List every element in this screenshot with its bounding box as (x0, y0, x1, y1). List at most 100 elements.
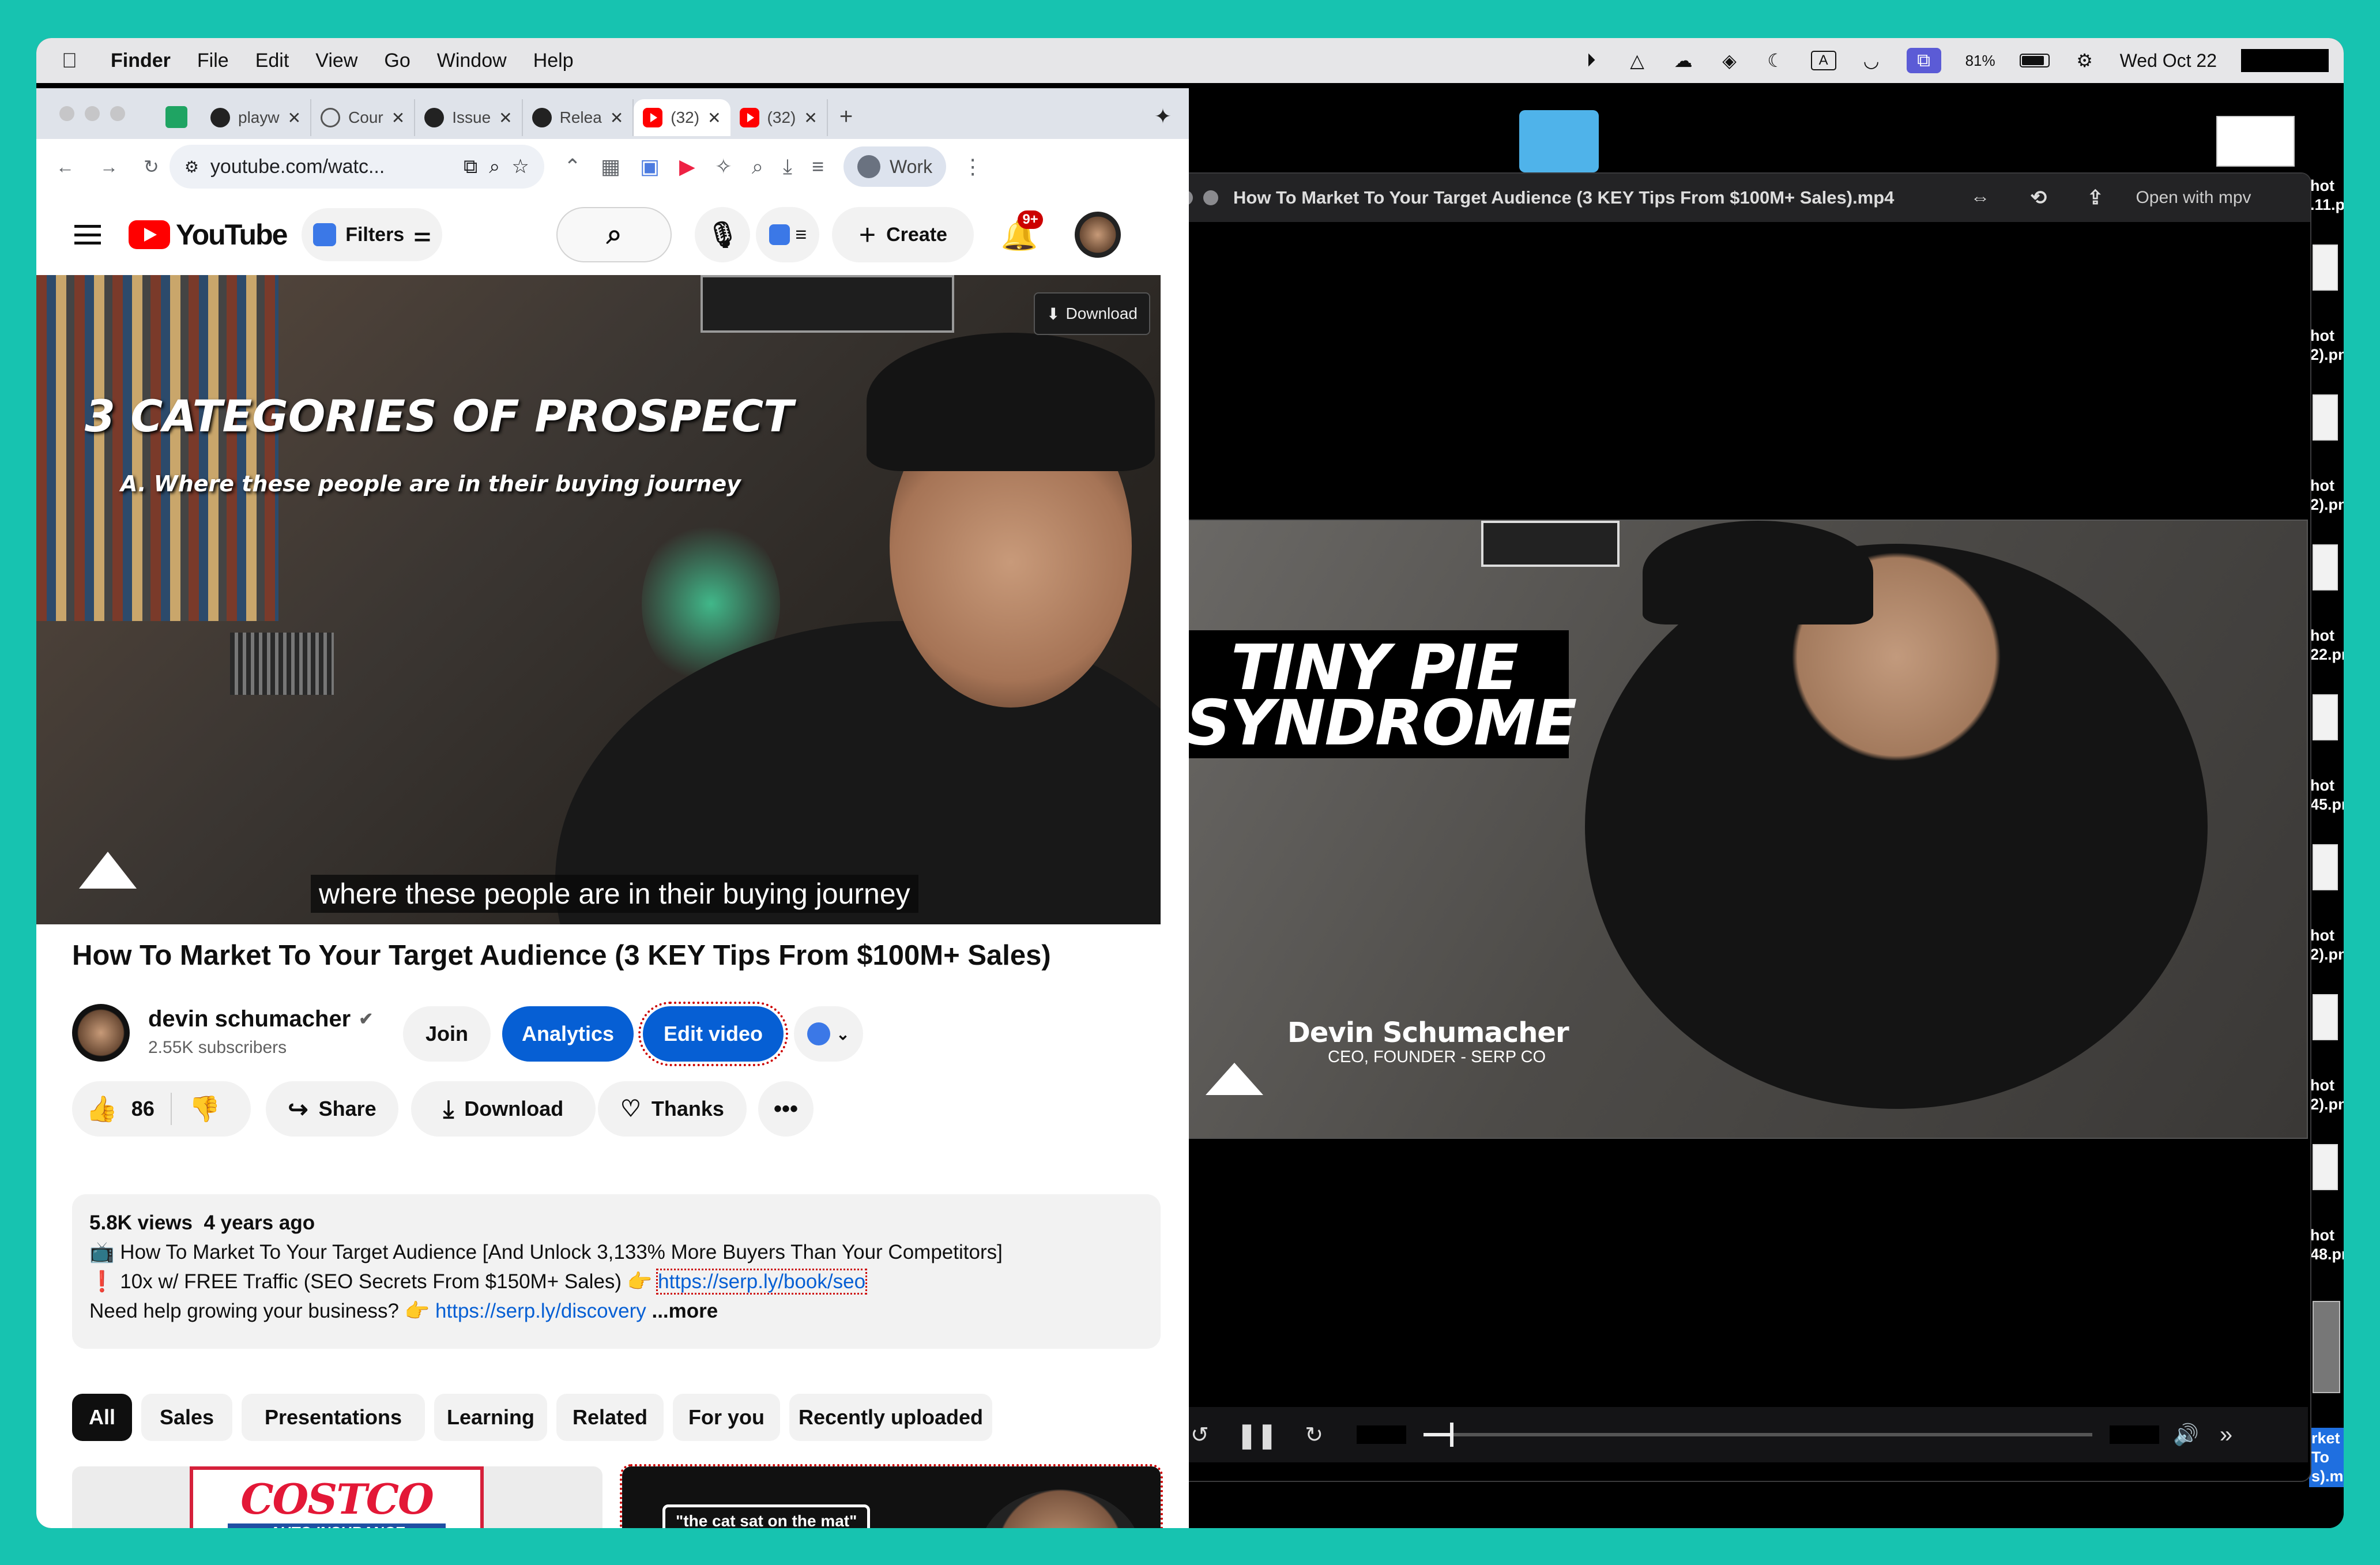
menu-file[interactable]: File (197, 50, 229, 72)
thanks-button[interactable]: ♡ Thanks (598, 1081, 747, 1137)
chip-related[interactable]: Related (556, 1394, 664, 1441)
play-status-icon[interactable]: ⏵ (1580, 50, 1602, 72)
share-icon[interactable]: ⇪ (2087, 186, 2104, 209)
youtube-logo[interactable]: YouTube (129, 218, 288, 251)
search-button[interactable]: ⌕ (556, 207, 672, 262)
desktop-file-label[interactable]: hot22.png (2310, 626, 2344, 664)
share-button[interactable]: ↪ Share (266, 1081, 398, 1137)
more-actions-button[interactable]: ••• (758, 1081, 814, 1137)
close-tab-icon[interactable]: ✕ (499, 108, 512, 127)
progress-knob[interactable] (1450, 1423, 1454, 1447)
desktop-file-label[interactable]: hot2).png (2310, 926, 2344, 964)
iq-extension-button[interactable]: ≡ (756, 207, 820, 262)
bookmark-star-icon[interactable]: ☆ (511, 155, 529, 178)
hamburger-icon[interactable] (74, 225, 101, 244)
filters-button[interactable]: Filters ⚌ (302, 208, 443, 261)
dislike-button[interactable]: 👎 (172, 1094, 221, 1124)
cloud-app-icon[interactable]: ☁ (1673, 50, 1694, 72)
new-tab-icon[interactable]: + (839, 104, 853, 130)
input-source-icon[interactable]: A (1810, 51, 1836, 70)
expand-controls-icon[interactable]: » (2220, 1422, 2232, 1448)
chip-presentations[interactable]: Presentations (242, 1394, 425, 1441)
install-app-icon[interactable]: ⧉ (464, 156, 477, 178)
desktop-file-thumb[interactable] (2313, 394, 2338, 441)
like-button[interactable]: 👍 86 (72, 1093, 172, 1125)
channel-name[interactable]: devin schumacher ✔ (148, 1006, 373, 1032)
download-badge[interactable]: ⬇ Download (1034, 292, 1150, 335)
menu-edit[interactable]: Edit (255, 50, 289, 72)
desktop-file-selected[interactable]: rket Tos).mp4 (2309, 1428, 2344, 1487)
close-tab-icon[interactable]: ✕ (288, 108, 301, 127)
desktop-file-thumb[interactable] (2313, 244, 2338, 291)
account-avatar[interactable] (1075, 212, 1121, 258)
desktop-file-thumb[interactable] (2216, 116, 2295, 167)
window-minimize-button[interactable] (85, 106, 100, 121)
quicklook-video-frame[interactable]: TINY PIE SYNDROME Devin Schumacher CEO, … (1169, 520, 2308, 1139)
chip-sales[interactable]: Sales (141, 1394, 232, 1441)
join-button[interactable]: Join (403, 1006, 491, 1062)
analytics-button[interactable]: Analytics (502, 1006, 634, 1062)
chip-all[interactable]: All (72, 1394, 132, 1441)
desktop-file-label[interactable]: hot45.png (2310, 776, 2344, 814)
rotate-icon[interactable]: ⟲ (2030, 186, 2047, 209)
profile-button[interactable]: Work (843, 146, 947, 187)
battery-icon[interactable] (2019, 54, 2050, 67)
close-tab-icon[interactable]: ✕ (610, 108, 623, 127)
channel-avatar[interactable] (72, 1004, 130, 1062)
apple-menu-icon[interactable]:  (62, 48, 77, 73)
close-tab-icon[interactable]: ✕ (707, 108, 721, 127)
tab-course[interactable]: Cour ✕ (311, 99, 416, 136)
menu-app-name[interactable]: Finder (111, 50, 171, 72)
chip-learning[interactable]: Learning (434, 1394, 547, 1441)
extension-icon[interactable]: ▶ (679, 155, 695, 179)
zoom-icon[interactable]: ⌕ (489, 156, 500, 178)
description-link[interactable]: https://serp.ly/book/seo (656, 1269, 868, 1295)
screen-mirroring-icon[interactable]: ⧉ (1906, 48, 1941, 73)
notifications-button[interactable]: 🔔 9+ (1000, 210, 1043, 253)
fullscreen-icon[interactable] (1203, 190, 1218, 205)
gemini-icon[interactable]: ✦ (1154, 104, 1172, 129)
forward-icon[interactable]: → (100, 156, 118, 178)
moon-icon[interactable]: ☾ (1765, 50, 1787, 72)
desktop-file-thumb[interactable] (2313, 694, 2338, 740)
desktop-file-label[interactable]: hot2).png (2310, 476, 2344, 514)
skip-forward-icon[interactable]: ↻ (1305, 1422, 1323, 1448)
desktop-file-thumb[interactable] (2313, 844, 2338, 890)
edit-video-button[interactable]: Edit video (638, 1002, 788, 1066)
open-with-button[interactable]: Open with mpv (2136, 188, 2251, 208)
extension-icon[interactable]: ⌃ (564, 155, 581, 179)
description-link[interactable]: https://serp.ly/discovery (435, 1300, 646, 1322)
menu-go[interactable]: Go (384, 50, 410, 72)
back-icon[interactable]: ← (56, 156, 74, 178)
download-icon[interactable]: ⤓ (783, 155, 792, 179)
desktop-file-label[interactable]: hot2).png (2310, 326, 2344, 364)
fit-window-icon[interactable]: ⇔ (1970, 187, 1990, 209)
desktop-file-thumb[interactable] (2313, 1301, 2340, 1393)
desktop-file-label[interactable]: hot48.png (2310, 1226, 2344, 1264)
desktop-file-label[interactable]: hot.11.png (2310, 176, 2344, 215)
control-center-icon[interactable]: ⚙ (2074, 50, 2096, 72)
pause-icon[interactable]: ❚❚ (1237, 1421, 1277, 1449)
extensions-puzzle-icon[interactable]: ✧ (715, 155, 732, 179)
folder-icon[interactable] (1519, 110, 1599, 172)
extension-icon[interactable]: ⌕ (752, 155, 763, 179)
description-box[interactable]: 5.8K views 4 years ago 📺 How To Market T… (72, 1194, 1161, 1349)
skip-back-icon[interactable]: ↺ (1191, 1422, 1209, 1448)
url-text[interactable]: youtube.com/watc... (210, 156, 385, 178)
voice-search-button[interactable]: 🎙 (695, 207, 751, 262)
close-tab-icon[interactable]: ✕ (804, 108, 817, 127)
iq-dropdown-button[interactable]: ⌄ (794, 1006, 863, 1062)
volume-icon[interactable]: 🔊 (2173, 1423, 2199, 1447)
drive-icon[interactable]: △ (1626, 50, 1648, 72)
site-info-icon[interactable]: ⚙ (184, 157, 199, 176)
chip-recently-uploaded[interactable]: Recently uploaded (789, 1394, 992, 1441)
thumbnail-presentation[interactable]: "the cat sat on the mat" (620, 1464, 1163, 1528)
window-close-button[interactable] (59, 106, 74, 121)
extension-icon[interactable]: ▦ (601, 155, 620, 179)
sheets-tab-icon[interactable] (165, 106, 187, 128)
chip-for-you[interactable]: For you (673, 1394, 780, 1441)
desktop-file-thumb[interactable] (2313, 544, 2338, 590)
tab-youtube-active[interactable]: (32) ✕ (634, 99, 730, 136)
tab-playwright[interactable]: playw ✕ (201, 99, 312, 136)
desktop-file-thumb[interactable] (2313, 994, 2338, 1040)
